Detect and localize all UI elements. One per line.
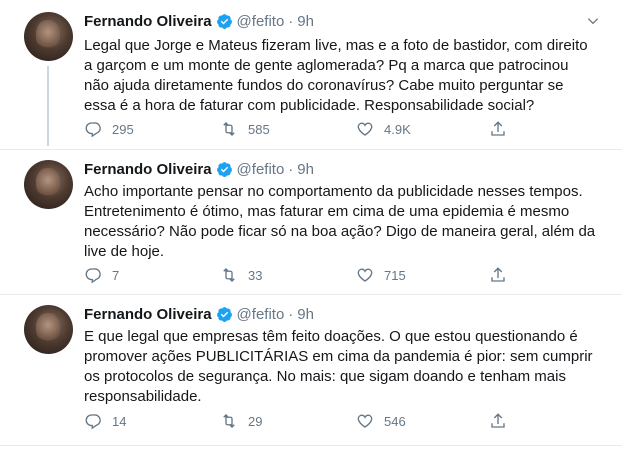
- verified-badge-icon: [216, 14, 232, 29]
- reply-count: 7: [112, 267, 120, 283]
- share-button[interactable]: [489, 120, 517, 138]
- reply-count: 295: [112, 121, 134, 137]
- tweet-2[interactable]: Fernando Oliveira @fefito · 9h Acho impo…: [0, 150, 622, 295]
- author-handle[interactable]: @fefito: [237, 161, 285, 178]
- retweet-button[interactable]: 33: [220, 266, 262, 284]
- verified-badge-icon: [216, 307, 232, 322]
- avatar[interactable]: [24, 305, 73, 354]
- retweet-count: 29: [248, 413, 263, 429]
- retweet-icon: [223, 414, 235, 428]
- share-button[interactable]: [489, 412, 517, 430]
- tweet-text: Acho importante pensar no comportamento …: [84, 183, 596, 260]
- tweet-header: Fernando Oliveira @fefito · 9h: [84, 306, 314, 323]
- author-name[interactable]: Fernando Oliveira: [84, 13, 212, 30]
- like-count: 4.9K: [384, 121, 411, 137]
- tweet-header: Fernando Oliveira @fefito · 9h: [84, 161, 314, 178]
- tweet-actions: 7 33 715: [84, 266, 514, 286]
- divider: [0, 445, 622, 446]
- retweet-count: 585: [248, 121, 270, 137]
- avatar[interactable]: [24, 12, 73, 61]
- chevron-down-icon[interactable]: [586, 14, 600, 28]
- reply-icon: [85, 122, 101, 138]
- timestamp[interactable]: 9h: [297, 161, 314, 178]
- author-name[interactable]: Fernando Oliveira: [84, 161, 212, 178]
- heart-icon: [357, 414, 373, 428]
- reply-button[interactable]: 14: [84, 412, 126, 430]
- tweet-actions: 295 585 4.9K: [84, 120, 514, 140]
- share-icon: [491, 121, 505, 136]
- separator: ·: [288, 161, 294, 178]
- share-button[interactable]: [489, 266, 517, 284]
- retweet-count: 33: [248, 267, 263, 283]
- tweet-3[interactable]: Fernando Oliveira @fefito · 9h E que leg…: [0, 295, 622, 445]
- tweet-1[interactable]: Fernando Oliveira @fefito · 9h Legal que…: [0, 0, 622, 150]
- retweet-icon: [223, 268, 235, 282]
- reply-icon: [85, 268, 101, 284]
- verified-badge-icon: [216, 162, 232, 177]
- heart-icon: [357, 122, 373, 136]
- separator: ·: [288, 13, 294, 30]
- share-icon: [491, 413, 505, 428]
- reply-icon: [85, 414, 101, 430]
- tweet-text: E que legal que empresas têm feito doaçõ…: [84, 328, 593, 405]
- like-button[interactable]: 546: [356, 412, 406, 430]
- reply-count: 14: [112, 413, 127, 429]
- reply-button[interactable]: 7: [84, 266, 119, 284]
- separator: ·: [288, 306, 294, 323]
- like-count: 715: [384, 267, 406, 283]
- like-count: 546: [384, 413, 406, 429]
- reply-button[interactable]: 295: [84, 120, 134, 138]
- author-handle[interactable]: @fefito: [237, 13, 285, 30]
- like-button[interactable]: 4.9K: [356, 120, 411, 138]
- tweet-actions: 14 29 546: [84, 412, 514, 432]
- tweet-header: Fernando Oliveira @fefito · 9h: [84, 13, 314, 30]
- tweet-text: Legal que Jorge e Mateus fizeram live, m…: [84, 37, 588, 114]
- retweet-button[interactable]: 29: [220, 412, 262, 430]
- heart-icon: [357, 268, 373, 282]
- retweet-button[interactable]: 585: [220, 120, 270, 138]
- author-name[interactable]: Fernando Oliveira: [84, 306, 212, 323]
- avatar[interactable]: [24, 160, 73, 209]
- share-icon: [491, 267, 505, 282]
- like-button[interactable]: 715: [356, 266, 406, 284]
- author-handle[interactable]: @fefito: [237, 306, 285, 323]
- timestamp[interactable]: 9h: [297, 306, 314, 323]
- timestamp[interactable]: 9h: [297, 13, 314, 30]
- retweet-icon: [223, 122, 235, 136]
